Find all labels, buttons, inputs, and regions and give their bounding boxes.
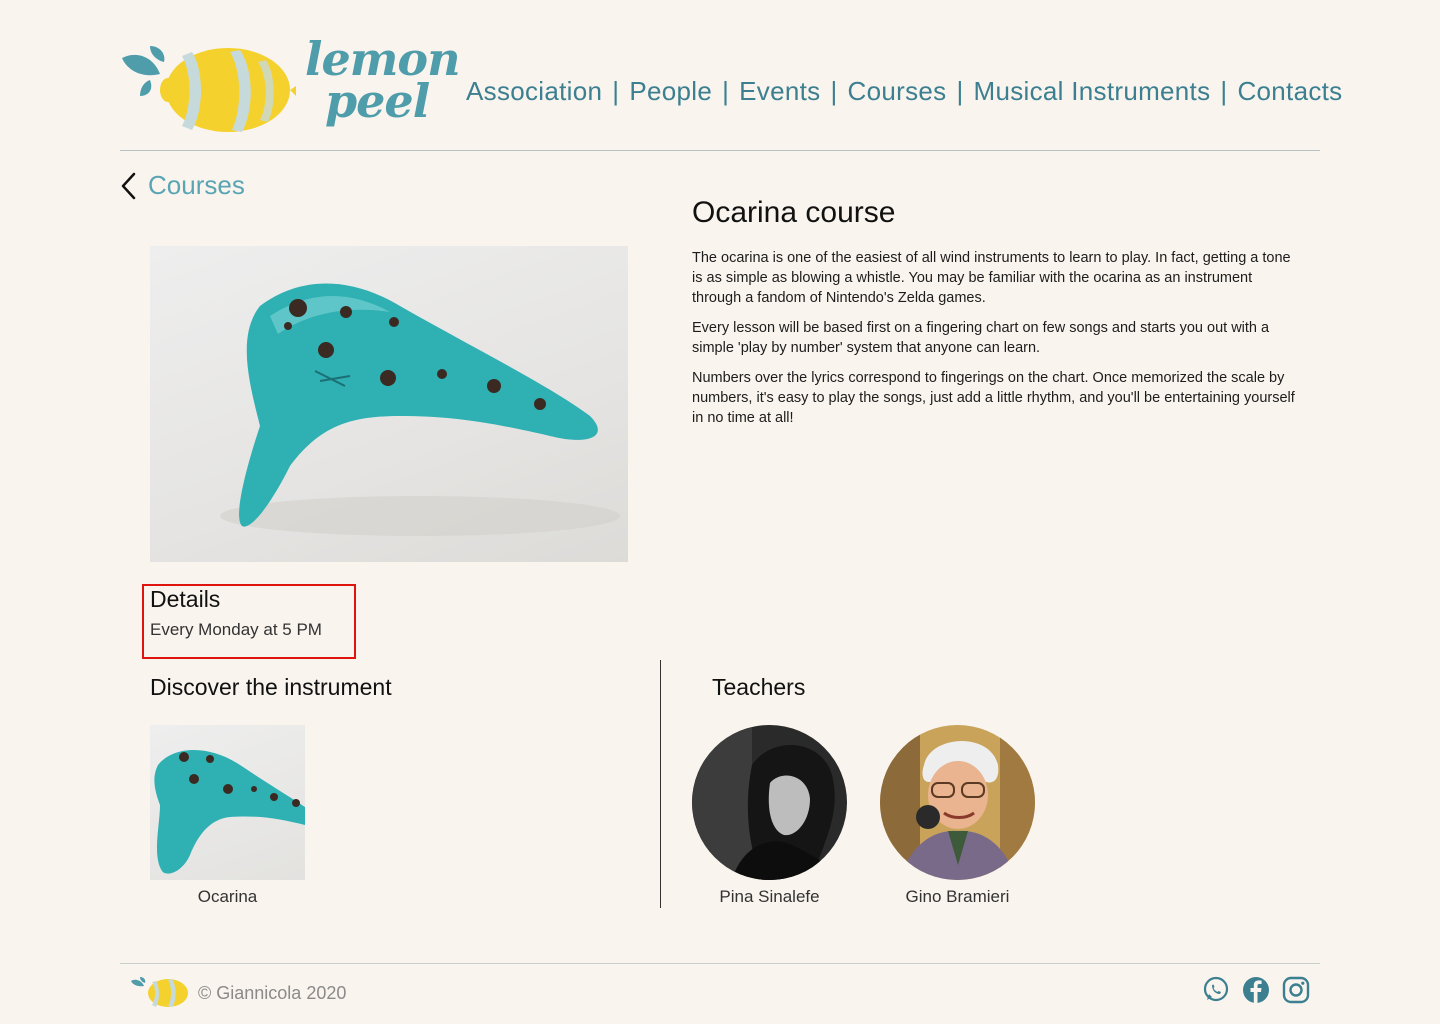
nav-separator: |	[956, 75, 964, 106]
footer-divider	[120, 963, 1320, 964]
avatar[interactable]	[880, 725, 1035, 880]
teacher-photo	[880, 725, 1035, 880]
teachers-title: Teachers	[712, 674, 806, 700]
teacher-card[interactable]: Pina Sinalefe	[692, 725, 847, 907]
instagram-icon[interactable]	[1282, 976, 1310, 1004]
description-paragraph: The ocarina is one of the easiest of all…	[692, 250, 1291, 306]
brand-name-line2: peel	[325, 74, 430, 128]
nav-item-musical-instruments[interactable]: Musical Instruments	[974, 76, 1211, 107]
avatar[interactable]	[692, 725, 847, 880]
teacher-photo	[692, 725, 847, 880]
back-to-courses-link[interactable]: Courses	[120, 170, 245, 201]
footer-logo[interactable]	[130, 975, 190, 1009]
facebook-icon[interactable]	[1242, 976, 1270, 1004]
details-title: Details	[150, 586, 221, 612]
instrument-thumbnail[interactable]	[150, 725, 305, 880]
nav-separator: |	[1220, 75, 1228, 106]
nav-separator: |	[612, 75, 620, 106]
discover-title: Discover the instrument	[150, 674, 392, 700]
whatsapp-icon[interactable]	[1202, 976, 1230, 1004]
nav-item-courses[interactable]: Courses	[848, 76, 947, 107]
details-schedule: Every Monday at 5 PM	[150, 620, 322, 639]
lemon-icon	[131, 977, 188, 1007]
teacher-name[interactable]: Gino Bramieri	[880, 887, 1035, 907]
course-title: Ocarina course	[692, 196, 896, 229]
main-nav: Association | People | Events | Courses …	[466, 74, 1342, 108]
course-description: The ocarina is one of the easiest of all…	[692, 248, 1302, 438]
nav-item-people[interactable]: People	[629, 76, 712, 107]
nav-item-events[interactable]: Events	[739, 76, 820, 107]
section-divider	[660, 660, 661, 908]
copyright-text: © Giannicola 2020	[198, 983, 347, 1003]
chevron-left-icon	[121, 172, 136, 199]
nav-separator: |	[722, 75, 730, 106]
teacher-name[interactable]: Pina Sinalefe	[692, 887, 847, 907]
ocarina-image	[220, 283, 620, 536]
header-divider	[120, 150, 1320, 151]
nav-item-association[interactable]: Association	[466, 76, 602, 107]
nav-separator: |	[830, 75, 838, 106]
description-paragraph: Every lesson will be based first on a fi…	[692, 320, 1270, 356]
ocarina-thumbnail-image	[154, 750, 305, 874]
instrument-name[interactable]: Ocarina	[150, 887, 305, 907]
teacher-card[interactable]: Gino Bramieri	[880, 725, 1035, 907]
nav-item-contacts[interactable]: Contacts	[1237, 76, 1342, 107]
course-photo	[150, 246, 628, 562]
back-link-label: Courses	[148, 170, 245, 200]
description-paragraph: Numbers over the lyrics correspond to fi…	[692, 370, 1295, 426]
brand-wordmark[interactable]: lemon peel	[305, 36, 461, 138]
lemon-icon	[122, 46, 296, 132]
